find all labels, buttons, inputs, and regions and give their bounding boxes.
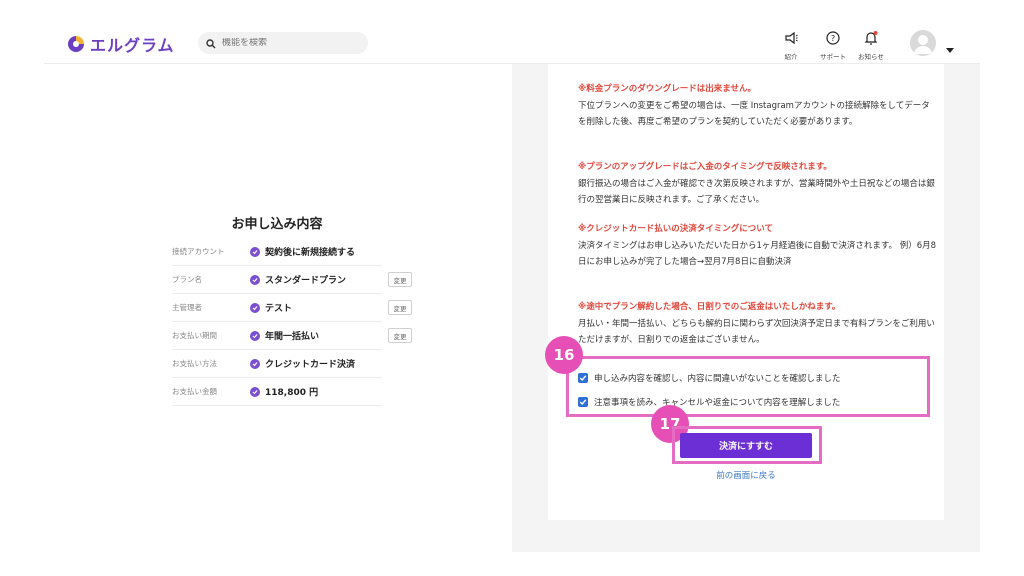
summary-row-account: 接続アカウント 契約後に新規接続する — [172, 238, 382, 266]
row-label: お支払い金額 — [172, 387, 217, 396]
row-value: スタンダードプラン — [250, 273, 346, 286]
notice-downgrade: ※料金プランのダウングレードは出来ません。 下位プランへの変更をご希望の場合は、… — [578, 82, 938, 130]
agreement-label: 申し込み内容を確認し、内容に間違いがないことを確認しました — [594, 374, 841, 384]
search-icon — [206, 34, 216, 53]
back-link[interactable]: 前の画面に戻る — [690, 469, 802, 481]
change-period-button[interactable]: 変更 — [388, 328, 412, 343]
agreement-confirm-content[interactable]: 申し込み内容を確認し、内容に間違いがないことを確認しました — [578, 372, 841, 384]
support-button[interactable]: ? サポート — [820, 30, 846, 61]
avatar[interactable] — [910, 30, 936, 56]
row-label: プラン名 — [172, 275, 202, 284]
notice-heading: ※クレジットカード払いの決済タイミングについて — [578, 224, 774, 234]
chevron-down-icon[interactable] — [946, 39, 954, 58]
row-value-text: 年間一括払い — [265, 332, 320, 342]
row-label: 接続アカウント — [172, 247, 225, 256]
notice-body: 下位プランへの変更をご希望の場合は、一度 Instagramアカウントの接続解除… — [578, 101, 930, 127]
row-value-text: 契約後に新規接続する — [265, 248, 356, 258]
notice-heading: ※途中でプラン解約した場合、日割りでのご返金はいたしかねます。 — [578, 302, 841, 312]
support-label: サポート — [820, 53, 846, 61]
notice-upgrade: ※プランのアップグレードはご入金のタイミングで反映されます。 銀行振込の場合はご… — [578, 160, 938, 208]
change-admin-button[interactable]: 変更 — [388, 300, 412, 315]
megaphone-icon — [784, 30, 798, 49]
top-header: エルグラム 紹介 ? サポート お知らせ — [44, 20, 980, 64]
summary-table: 接続アカウント 契約後に新規接続する プラン名 スタンダードプラン 変更 主管理… — [172, 238, 412, 406]
row-label: 主管理者 — [172, 303, 202, 312]
svg-text:?: ? — [831, 34, 835, 43]
summary-row-amount: お支払い金額 118,800 円 — [172, 378, 382, 406]
row-value-text: スタンダードプラン — [265, 276, 347, 286]
row-value: クレジットカード決済 — [250, 357, 355, 370]
summary-title: お申し込み内容 — [231, 217, 323, 232]
check-circle-icon — [250, 386, 260, 397]
notice-body: 銀行振込の場合はご入金が確認でき次第反映されますが、営業時間外や土日祝などの場合… — [578, 179, 935, 205]
logo-icon — [66, 34, 86, 54]
notice-body: 決済タイミングはお申し込みいただいた日から1ヶ月経過後に自動で決済されます。 例… — [578, 241, 937, 267]
row-label: お支払い方法 — [172, 359, 217, 368]
notice-heading: ※料金プランのダウングレードは出来ません。 — [578, 84, 757, 94]
notifications-label: お知らせ — [858, 53, 884, 61]
agreement-understand-refund[interactable]: 注意事項を読み、キャンセルや返金について内容を理解しました — [578, 396, 840, 408]
row-value: 年間一括払い — [250, 329, 319, 342]
search-box[interactable] — [198, 32, 368, 54]
row-value: テスト — [250, 301, 292, 314]
row-value: 118,800 円 — [250, 385, 318, 398]
notice-body: 月払い・年間一括払い、どちらも解約日に関わらず次回決済予定日まで有料プランをご利… — [578, 319, 935, 345]
summary-row-plan: プラン名 スタンダードプラン 変更 — [172, 266, 412, 294]
notifications-button[interactable]: お知らせ — [858, 30, 884, 61]
summary-row-method: お支払い方法 クレジットカード決済 — [172, 350, 382, 378]
bell-icon — [864, 30, 878, 49]
summary-row-admin: 主管理者 テスト 変更 — [172, 294, 412, 322]
search-input[interactable] — [222, 38, 352, 48]
row-value-text: クレジットカード決済 — [265, 360, 356, 370]
check-circle-icon — [250, 358, 260, 369]
intro-label: 紹介 — [784, 53, 798, 61]
notice-refund: ※途中でプラン解約した場合、日割りでのご返金はいたしかねます。 月払い・年間一括… — [578, 300, 938, 348]
logo[interactable]: エルグラム — [66, 32, 175, 56]
change-plan-button[interactable]: 変更 — [388, 272, 412, 287]
row-value: 契約後に新規接続する — [250, 245, 355, 258]
summary-row-period: お支払い期間 年間一括払い 変更 — [172, 322, 412, 350]
row-label: お支払い期間 — [172, 331, 217, 340]
agreement-label: 注意事項を読み、キャンセルや返金について内容を理解しました — [594, 398, 841, 408]
logo-text: エルグラム — [90, 36, 175, 55]
notice-credit-timing: ※クレジットカード払いの決済タイミングについて 決済タイミングはお申し込みいただ… — [578, 222, 938, 270]
check-circle-icon — [250, 330, 260, 341]
check-circle-icon — [250, 274, 260, 285]
check-circle-icon — [250, 246, 260, 257]
row-value-text: テスト — [265, 304, 293, 314]
help-icon: ? — [826, 30, 840, 49]
checkbox-checked-icon[interactable] — [578, 373, 588, 383]
proceed-to-payment-button[interactable]: 決済にすすむ — [680, 433, 812, 458]
checkbox-checked-icon[interactable] — [578, 397, 588, 407]
page: エルグラム 紹介 ? サポート お知らせ — [0, 0, 1024, 576]
step-badge-16: 16 — [545, 336, 583, 374]
notice-heading: ※プランのアップグレードはご入金のタイミングで反映されます。 — [578, 162, 832, 172]
intro-button[interactable]: 紹介 — [784, 30, 798, 61]
check-circle-icon — [250, 302, 260, 313]
row-value-text: 118,800 円 — [265, 388, 319, 398]
